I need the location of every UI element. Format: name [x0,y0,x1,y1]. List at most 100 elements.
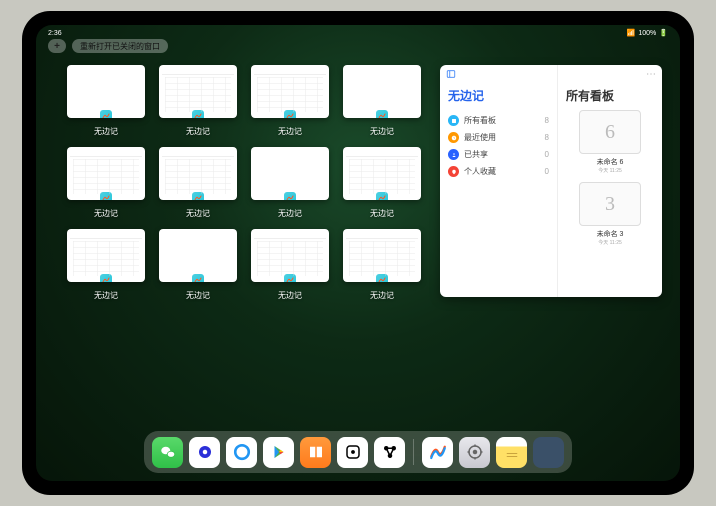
sidebar-item-label: 最近使用 [464,132,496,143]
sidebar-item[interactable]: 最近使用 8 [448,129,549,146]
sidebar-item[interactable]: 所有看板8 [448,112,549,129]
freeform-app-icon [191,191,205,200]
window-item[interactable]: 无边记 [66,229,146,301]
board-date: 今天 11:25 [598,167,622,174]
sidebar-item-icon [448,166,459,177]
status-bar: 2:36 📶 100% 🔋 [36,25,680,39]
dock-control-icon[interactable] [374,437,405,468]
window-label: 无边记 [186,208,210,219]
dock-notes-icon[interactable] [496,437,527,468]
window-thumb [67,147,145,200]
dock-recent-folder-icon[interactable] [533,437,564,468]
window-label: 无边记 [278,290,302,301]
signal-icon: 📶 [627,29,636,37]
window-item[interactable]: 无边记 [158,229,238,301]
main-window[interactable]: ⋯ 无边记 所有看板8最近使用8已共享0个人收藏0 所有看板 6未命名 6今天 … [440,65,662,421]
window-thumb [251,65,329,118]
window-label: 无边记 [94,290,118,301]
dock-qq-browser-icon[interactable] [226,437,257,468]
window-item[interactable]: 无边记 [250,147,330,219]
reopen-closed-window-button[interactable]: 重新打开已关闭的窗口 [72,39,168,53]
window-item[interactable]: 无边记 [342,147,422,219]
freeform-app-icon [99,273,113,282]
window-label: 无边记 [370,126,394,137]
window-item[interactable]: 无边记 [66,65,146,137]
freeform-app-icon [99,109,113,118]
sidebar-item-label: 个人收藏 [464,166,496,177]
freeform-app-icon [191,273,205,282]
sidebar-item[interactable]: 个人收藏 0 [448,163,549,180]
window-thumb [343,229,421,282]
new-window-button[interactable]: + [48,39,66,53]
sidebar-item-icon [448,132,459,143]
sidebar-item-count: 8 [545,116,549,125]
sidebar-item-count: 0 [545,167,549,176]
board-preview: 3 [579,182,641,226]
titlebar: ⋯ [440,65,662,83]
window-label: 无边记 [94,208,118,219]
window-thumb [159,229,237,282]
window-thumb [159,65,237,118]
window-thumb [251,147,329,200]
board-card[interactable]: 6 未命名 6今天 11:25 [570,110,649,174]
window-item[interactable]: 无边记 [66,147,146,219]
sidebar-item-icon [448,115,459,126]
window-label: 无边记 [370,208,394,219]
window-thumb [343,65,421,118]
app-expose: 无边记无边记无边记无边记无边记无边记无边记无边记无边记无边记无边记无边记 ⋯ 无… [66,65,650,421]
window-item[interactable]: 无边记 [342,229,422,301]
window-thumb [67,229,145,282]
window-item[interactable]: 无边记 [342,65,422,137]
sidebar-title: 无边记 [448,87,549,104]
dock-quark-icon[interactable] [189,437,220,468]
freeform-app-icon [191,109,205,118]
board-card[interactable]: 3未命名 3今天 11:25 [570,182,649,246]
content-panel: 所有看板 6未命名 6今天 11:253未命名 3今天 11:25 [558,65,662,297]
plus-icon: + [54,41,60,52]
window-grid: 无边记无边记无边记无边记无边记无边记无边记无边记无边记无边记无边记无边记 [66,65,422,421]
sidebar-item-count: 0 [545,150,549,159]
sidebar-toggle-icon[interactable] [446,69,456,79]
dock-play-icon[interactable] [263,437,294,468]
window-item[interactable]: 无边记 [158,147,238,219]
reopen-label: 重新打开已关闭的窗口 [80,41,160,52]
window-item[interactable]: 无边记 [250,65,330,137]
window-label: 无边记 [94,126,118,137]
window-item[interactable]: 无边记 [158,65,238,137]
dock [144,431,572,473]
sidebar-item-icon [448,149,459,160]
dock-dice-icon[interactable] [337,437,368,468]
status-time: 2:36 [48,30,62,37]
window-thumb [159,147,237,200]
board-date: 今天 11:25 [598,239,622,246]
freeform-app-icon [375,191,389,200]
window-label: 无边记 [278,208,302,219]
window-thumb [251,229,329,282]
top-controls: + 重新打开已关闭的窗口 [48,39,168,53]
window-label: 无边记 [186,126,210,137]
sidebar-item-count: 8 [545,133,549,142]
board-name: 未命名 6 [597,157,624,167]
more-icon[interactable]: ⋯ [646,69,656,80]
freeform-app-icon [375,109,389,118]
window-label: 无边记 [370,290,394,301]
ipad-frame: 2:36 📶 100% 🔋 + 重新打开已关闭的窗口 无边记无边记无边记无边记无… [22,11,694,495]
content-title: 所有看板 [566,87,654,104]
window-label: 无边记 [278,126,302,137]
dock-freeform-icon[interactable] [422,437,453,468]
dock-wechat-icon[interactable] [152,437,183,468]
sidebar-item-label: 已共享 [464,149,488,160]
dock-divider [413,439,414,465]
dock-settings-icon[interactable] [459,437,490,468]
window-item[interactable]: 无边记 [250,229,330,301]
freeform-app-icon [375,273,389,282]
status-right: 📶 100% 🔋 [627,29,668,37]
window-thumb [343,147,421,200]
battery-label: 100% [638,30,656,37]
freeform-app-icon [99,191,113,200]
dock-books-icon[interactable] [300,437,331,468]
board-preview: 6 [579,110,641,154]
sidebar-item[interactable]: 已共享 0 [448,146,549,163]
main-window-thumb: ⋯ 无边记 所有看板8最近使用8已共享0个人收藏0 所有看板 6未命名 6今天 … [440,65,662,297]
freeform-app-icon [283,273,297,282]
